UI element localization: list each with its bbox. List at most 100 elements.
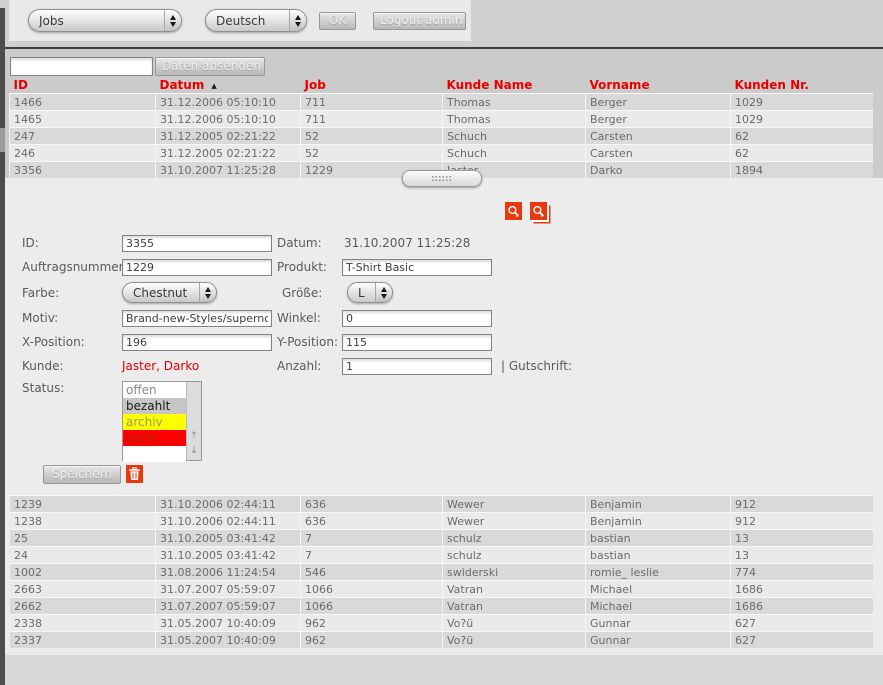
groesse-label: Größe: [282,286,347,300]
zoom-icon[interactable] [505,202,522,220]
zoom-all-icon[interactable] [530,202,547,220]
cell: 1066 [301,581,443,598]
status-listbox[interactable]: offenbezahltarchivrekla ↑ ↓ [122,381,202,461]
cell: 31.12.2005 02:21:22 [156,145,301,162]
cell: 774 [731,564,873,581]
cell: 2337 [10,632,156,649]
cell: 711 [301,111,443,128]
module-select[interactable]: Jobs [28,9,182,32]
table-row[interactable]: 100231.08.2006 11:24:54546swiderskiromie… [10,564,873,581]
auftragsnummer-input[interactable] [122,259,272,276]
column-header-id[interactable]: ID [10,76,156,94]
listbox-scrollbar[interactable]: ↑ ↓ [186,382,201,460]
table-row[interactable]: 123831.10.2006 02:44:11636WewerBenjamin9… [10,513,873,530]
table-row[interactable]: 2531.10.2005 03:41:427schulzbastian13 [10,530,873,547]
ok-button[interactable]: OK [319,12,356,30]
cell: Wewer [443,496,586,513]
cell: Wewer [443,513,586,530]
column-header-datum[interactable]: Datum▲ [156,76,301,94]
cell: 52 [301,128,443,145]
cell: Michael [586,598,731,615]
select-stepper-icon [164,10,181,31]
xposition-label: X-Position: [22,335,122,349]
cell: 962 [301,632,443,649]
status-option-bezahlt[interactable]: bezahlt [123,398,186,414]
module-select-value: Jobs [39,14,64,28]
cell: 246 [10,145,156,162]
table-row[interactable]: 24631.12.2005 02:21:2252SchuchCarsten62 [10,145,873,162]
kunde-link[interactable]: Jaster, Darko [122,359,272,373]
status-option-offen[interactable]: offen [123,382,186,398]
produkt-input[interactable] [342,259,492,276]
table-row[interactable]: 24731.12.2005 02:21:2252SchuchCarsten62 [10,128,873,145]
farbe-select[interactable]: Chestnut [122,282,217,303]
table-row[interactable]: 233731.05.2007 10:40:09962Vo?üGunnar627 [10,632,873,649]
cell: swiderski [443,564,586,581]
farbe-label: Farbe: [22,286,122,300]
scroll-down-icon[interactable]: ↓ [190,444,198,459]
table-row[interactable]: 146531.12.2006 05:10:10711ThomasBerger10… [10,111,873,128]
auftragsnummer-label: Auftragsnummer: [22,260,122,274]
splitter-handle[interactable] [402,170,482,187]
id-input[interactable] [122,235,272,252]
cell: 1894 [731,162,873,179]
cell: Vatran [443,581,586,598]
status-label: Status: [22,381,122,395]
left-scrollbar[interactable] [0,8,5,685]
delete-icon[interactable] [126,465,143,483]
cell: 62 [731,128,873,145]
status-option-archiv[interactable]: archiv [123,414,186,430]
jobs-table-bottom: 123931.10.2006 02:44:11636WewerBenjamin9… [9,495,873,648]
top-toolbar-panel: Jobs Deutsch OK Logout admin [9,0,471,41]
cell: Vatran [443,598,586,615]
detail-form: ID: Datum: 31.10.2007 11:25:28 Auftragsn… [0,178,883,495]
cell: 52 [301,145,443,162]
cell: 247 [10,128,156,145]
column-header-kunden-nr-[interactable]: Kunden Nr. [731,76,873,94]
table-row[interactable]: 266231.07.2007 05:59:071066VatranMichael… [10,598,873,615]
column-header-kunde-name[interactable]: Kunde Name [443,76,586,94]
cell: romie_ leslie [586,564,731,581]
table-row[interactable]: 266331.07.2007 05:59:071066VatranMichael… [10,581,873,598]
table-row[interactable]: 146631.12.2006 05:10:10711ThomasBerger10… [10,94,873,111]
status-option-rekla[interactable]: rekla [123,430,186,446]
column-header-job[interactable]: Job [301,76,443,94]
logout-button[interactable]: Logout admin [373,12,466,30]
submit-data-button[interactable]: Daten absenden [155,57,265,76]
cell: Benjamin [586,496,731,513]
table-row[interactable]: 2431.10.2005 03:41:427schulzbastian13 [10,547,873,564]
scroll-up-icon[interactable]: ↑ [190,429,198,444]
cell: 636 [301,496,443,513]
column-header-vorname[interactable]: Vorname [586,76,731,94]
cell: 13 [731,547,873,564]
winkel-input[interactable] [342,310,492,327]
cell: Gunnar [586,632,731,649]
scrollbar-thumb[interactable] [0,128,5,152]
top-toolbar: Jobs Deutsch OK Logout admin [0,0,883,49]
yposition-input[interactable] [342,334,492,351]
cell: 62 [731,145,873,162]
motiv-input[interactable] [122,310,272,327]
filter-input[interactable] [10,57,153,76]
anzahl-input[interactable] [342,358,492,375]
cell: 1238 [10,513,156,530]
save-button[interactable]: Speichern [43,465,121,484]
table-row[interactable]: 123931.10.2006 02:44:11636WewerBenjamin9… [10,496,873,513]
groesse-select[interactable]: L [347,282,393,303]
select-stepper-icon [375,283,392,302]
cell: 1002 [10,564,156,581]
cell: 31.12.2005 02:21:22 [156,128,301,145]
cell: 25 [10,530,156,547]
cell: 31.05.2007 10:40:09 [156,632,301,649]
language-select[interactable]: Deutsch [205,9,307,32]
table-row[interactable]: 233831.05.2007 10:40:09962Vo?üGunnar627 [10,615,873,632]
cell: schulz [443,547,586,564]
cell: 13 [731,530,873,547]
xposition-input[interactable] [122,334,272,351]
farbe-select-value: Chestnut [133,286,187,300]
cell: 31.10.2005 03:41:42 [156,530,301,547]
cell: 1066 [301,598,443,615]
cell: Benjamin [586,513,731,530]
language-select-value: Deutsch [216,14,265,28]
cell: Schuch [443,128,586,145]
